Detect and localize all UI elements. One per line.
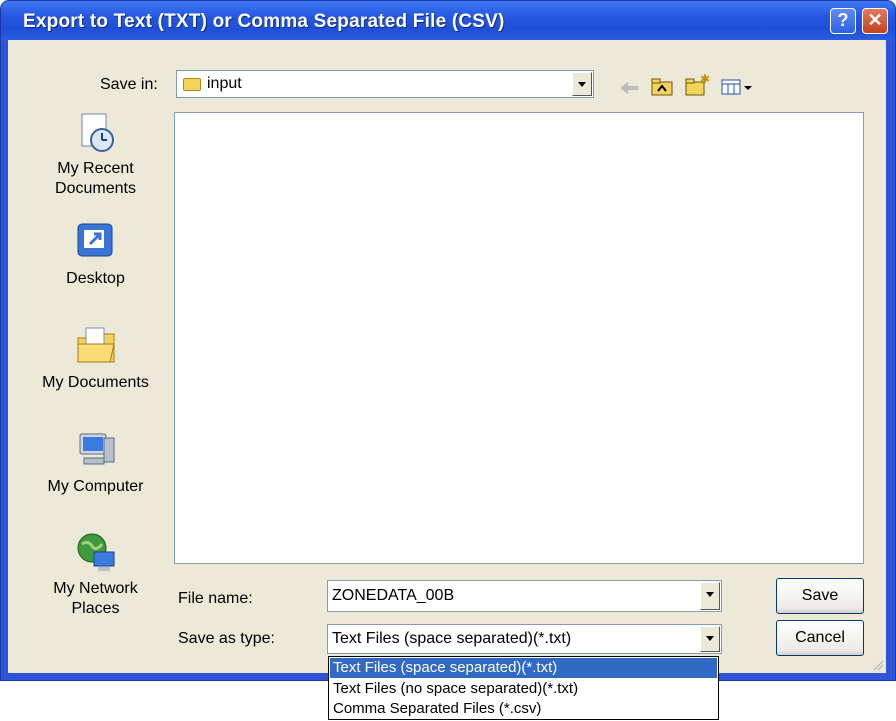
- place-label: My Recent Documents: [55, 160, 136, 197]
- save-as-type-option[interactable]: Text Files (space separated)(*.txt): [330, 658, 717, 678]
- file-name-combo[interactable]: ZONEDATA_00B: [327, 580, 722, 612]
- save-in-combo[interactable]: input: [176, 70, 594, 98]
- save-as-type-label: Save as type:: [178, 630, 275, 647]
- dialog-client-area: Save in: input ✱ My Recent Documents Des…: [8, 40, 886, 673]
- place-my-network-places[interactable]: My Network Places: [38, 530, 153, 619]
- save-in-value: input: [207, 75, 242, 92]
- save-button[interactable]: Save: [776, 578, 864, 614]
- save-as-type-dropdown-arrow[interactable]: [700, 626, 720, 652]
- my-documents-icon: [77, 327, 115, 363]
- svg-text:✱: ✱: [700, 73, 710, 86]
- help-button[interactable]: ?: [830, 8, 856, 34]
- folder-icon: [183, 78, 201, 91]
- save-as-type-combo[interactable]: Text Files (space separated)(*.txt): [327, 624, 722, 654]
- file-name-input[interactable]: ZONEDATA_00B: [332, 587, 454, 605]
- file-list[interactable]: [174, 112, 864, 564]
- title-bar[interactable]: Export to Text (TXT) or Comma Separated …: [1, 1, 895, 41]
- save-as-type-value: Text Files (space separated)(*.txt): [332, 630, 572, 647]
- save-as-type-option[interactable]: Comma Separated Files (*.csv): [330, 699, 717, 719]
- place-label: Desktop: [66, 270, 125, 287]
- dialog-title: Export to Text (TXT) or Comma Separated …: [23, 11, 505, 32]
- back-icon[interactable]: [618, 80, 640, 96]
- my-computer-icon: [79, 433, 114, 465]
- up-folder-icon[interactable]: [650, 77, 674, 97]
- place-my-computer[interactable]: My Computer: [38, 428, 153, 497]
- place-label: My Network Places: [53, 580, 138, 617]
- recent-documents-icon: [81, 113, 114, 152]
- desktop-icon: [77, 223, 112, 257]
- file-name-dropdown-arrow[interactable]: [700, 582, 720, 610]
- file-name-label: File name:: [178, 590, 253, 607]
- place-my-documents[interactable]: My Documents: [38, 324, 153, 393]
- save-as-type-option[interactable]: Text Files (no space separated)(*.txt): [330, 679, 717, 699]
- save-as-type-dropdown-list: Text Files (space separated)(*.txt) Text…: [328, 656, 719, 720]
- new-folder-icon[interactable]: ✱: [684, 73, 710, 97]
- place-my-recent-documents[interactable]: My Recent Documents: [38, 110, 153, 199]
- place-label: My Documents: [42, 374, 149, 391]
- place-desktop[interactable]: Desktop: [38, 220, 153, 289]
- place-label: My Computer: [47, 478, 144, 495]
- close-button[interactable]: ✕: [862, 8, 888, 34]
- save-in-dropdown-arrow[interactable]: [572, 72, 592, 96]
- network-places-icon: [77, 533, 114, 571]
- cancel-button[interactable]: Cancel: [776, 620, 864, 656]
- views-menu-icon[interactable]: [720, 78, 754, 96]
- save-in-label: Save in:: [100, 76, 158, 93]
- resize-grip-icon[interactable]: [870, 657, 884, 671]
